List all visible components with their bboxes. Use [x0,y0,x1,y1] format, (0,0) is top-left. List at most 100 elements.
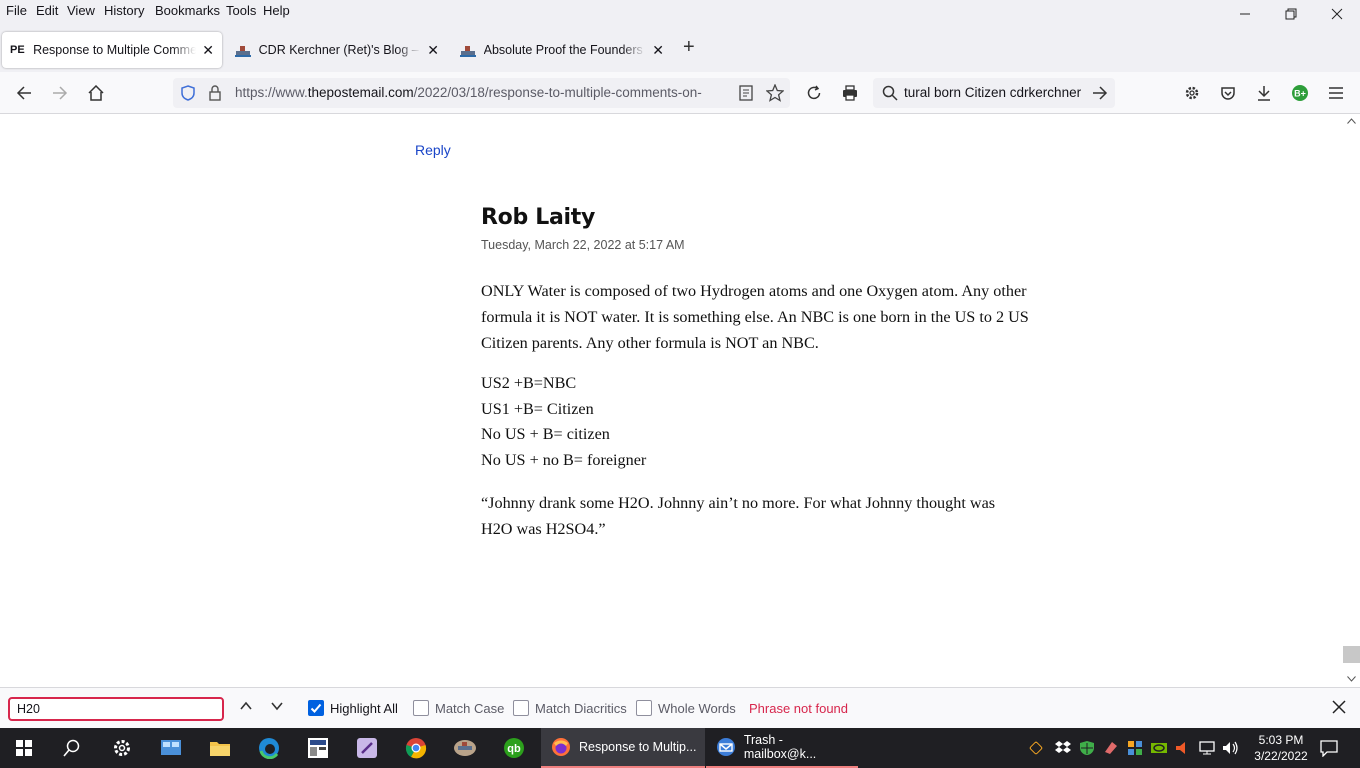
back-arrow-icon [16,86,31,100]
printer-icon [843,85,857,101]
back-button[interactable] [12,81,36,105]
taskbar-editor-app-button[interactable] [343,728,391,768]
tray-app-icon[interactable] [1103,740,1119,756]
scrollbar-thumb[interactable] [1343,646,1360,663]
tracking-protection-shield-icon[interactable] [180,85,196,106]
taskbar-news-app-button[interactable] [294,728,342,768]
svg-text:qb: qb [507,743,521,755]
network-icon[interactable] [1199,740,1215,756]
nvidia-icon[interactable] [1151,740,1167,756]
menu-edit[interactable]: Edit [36,3,58,18]
url-bar[interactable]: https://www.thepostemail.com/2022/03/18/… [173,78,790,108]
bookmark-star-icon[interactable] [765,83,785,107]
forward-button[interactable] [48,81,72,105]
tab-cdr-blog[interactable]: CDR Kerchner (Ret)'s Blog – Protect ✕ [227,32,447,68]
find-input[interactable]: H20 [8,697,224,721]
taskbar-app-label: Trash - mailbox@k... [743,733,817,761]
pocket-button[interactable] [1216,81,1240,105]
menu-bookmarks[interactable]: Bookmarks [155,3,220,18]
close-window-button[interactable] [1314,0,1360,28]
taskbar-app-firefox[interactable]: Response to Multip... [541,728,705,768]
reply-link[interactable]: Reply [415,142,451,158]
highlight-all-checkbox[interactable] [308,700,324,716]
home-button[interactable] [84,81,108,105]
taskbar-edge-button[interactable] [245,728,293,768]
reader-view-icon[interactable] [739,85,753,106]
comment-quote: “Johnny drank some H2O. Johnny ain’t no … [481,494,996,538]
ship-favicon-icon [235,42,253,58]
windows-logo-icon [16,740,32,756]
find-previous-button[interactable] [239,699,253,716]
menu-help[interactable]: Help [263,3,290,18]
ship-app-icon [454,740,476,756]
taskbar-settings-button[interactable] [98,728,146,768]
tab-absolute-proof[interactable]: Absolute Proof the Founders Knew ✕ [452,32,672,68]
settings-button[interactable] [1180,81,1204,105]
taskbar-search-button[interactable] [48,728,96,768]
search-input[interactable]: tural born Citizen cdrkerchner [904,85,1089,100]
tab-close-icon[interactable]: ✕ [652,42,664,59]
url-path: /2022/03/18/response-to-multiple-comment… [413,85,702,100]
tray-grid-icon[interactable] [1127,740,1143,756]
control-panel-icon [161,740,181,755]
taskbar-file-explorer-button[interactable] [196,728,244,768]
app-menu-button[interactable] [1324,81,1348,105]
menu-file[interactable]: File [6,3,27,18]
pocket-icon [1221,87,1235,100]
notifications-icon[interactable] [1320,739,1338,758]
url-prefix: https://www. [235,85,308,100]
whole-words-checkbox[interactable] [636,700,652,716]
highlight-all-label[interactable]: Highlight All [330,701,398,716]
match-diacritics-label[interactable]: Match Diacritics [535,701,627,716]
scroll-up-arrow-icon[interactable] [1347,118,1356,124]
forward-arrow-icon [53,86,68,100]
match-case-checkbox[interactable] [413,700,429,716]
menu-history[interactable]: History [104,3,144,18]
news-app-icon [308,738,328,758]
menu-tools[interactable]: Tools [226,3,256,18]
print-button[interactable] [838,81,862,105]
downloads-button[interactable] [1252,81,1276,105]
search-go-arrow-icon[interactable] [1092,85,1108,106]
search-icon [63,739,80,757]
extension-button[interactable]: B+ [1288,81,1312,105]
edge-browser-icon [259,738,279,759]
taskbar-control-panel-button[interactable] [147,728,195,768]
reload-button[interactable] [802,81,826,105]
vertical-scrollbar[interactable] [1343,114,1360,687]
tray-diamond-icon[interactable] [1028,740,1044,756]
formula-line: US1 +B= Citizen [481,400,594,418]
minimize-button[interactable] [1222,0,1268,28]
security-shield-icon[interactable] [1079,740,1095,756]
extension-badge-icon: B+ [1292,85,1308,101]
close-find-bar-button[interactable] [1332,700,1346,717]
restore-button[interactable] [1268,0,1314,28]
new-tab-button[interactable]: + [683,36,695,59]
start-button[interactable] [0,728,48,768]
tab-close-icon[interactable]: ✕ [202,42,214,59]
search-bar[interactable]: tural born Citizen cdrkerchner [873,78,1115,108]
comment-paragraph-1: ONLY Water is composed of two Hydrogen a… [481,282,1029,352]
match-diacritics-checkbox[interactable] [513,700,529,716]
pen-tool-icon [357,738,377,758]
dropbox-icon[interactable] [1055,740,1071,756]
url-text[interactable]: https://www.thepostemail.com/2022/03/18/… [235,85,729,100]
taskbar-quickbooks-button[interactable]: qb [490,728,538,768]
restore-icon [1285,8,1297,20]
taskbar-app-mail[interactable]: Trash - mailbox@k... [706,728,858,768]
search-icon [882,85,898,106]
volume-icon[interactable] [1222,740,1238,756]
whole-words-label[interactable]: Whole Words [658,701,736,716]
scroll-down-arrow-icon[interactable] [1347,676,1356,682]
taskbar-chrome-button[interactable] [392,728,440,768]
tray-speaker-alt-icon[interactable] [1174,740,1190,756]
menu-view[interactable]: View [67,3,95,18]
taskbar-ship-app-button[interactable] [441,728,489,768]
formula-line: No US + B= citizen [481,425,610,443]
lock-icon[interactable] [208,85,222,106]
tab-close-icon[interactable]: ✕ [427,42,439,59]
match-case-label[interactable]: Match Case [435,701,504,716]
tab-response[interactable]: PE Response to Multiple Comments on Face… [2,32,222,68]
find-next-button[interactable] [270,699,284,716]
taskbar-clock[interactable]: 5:03 PM 3/22/2022 [1250,732,1312,764]
